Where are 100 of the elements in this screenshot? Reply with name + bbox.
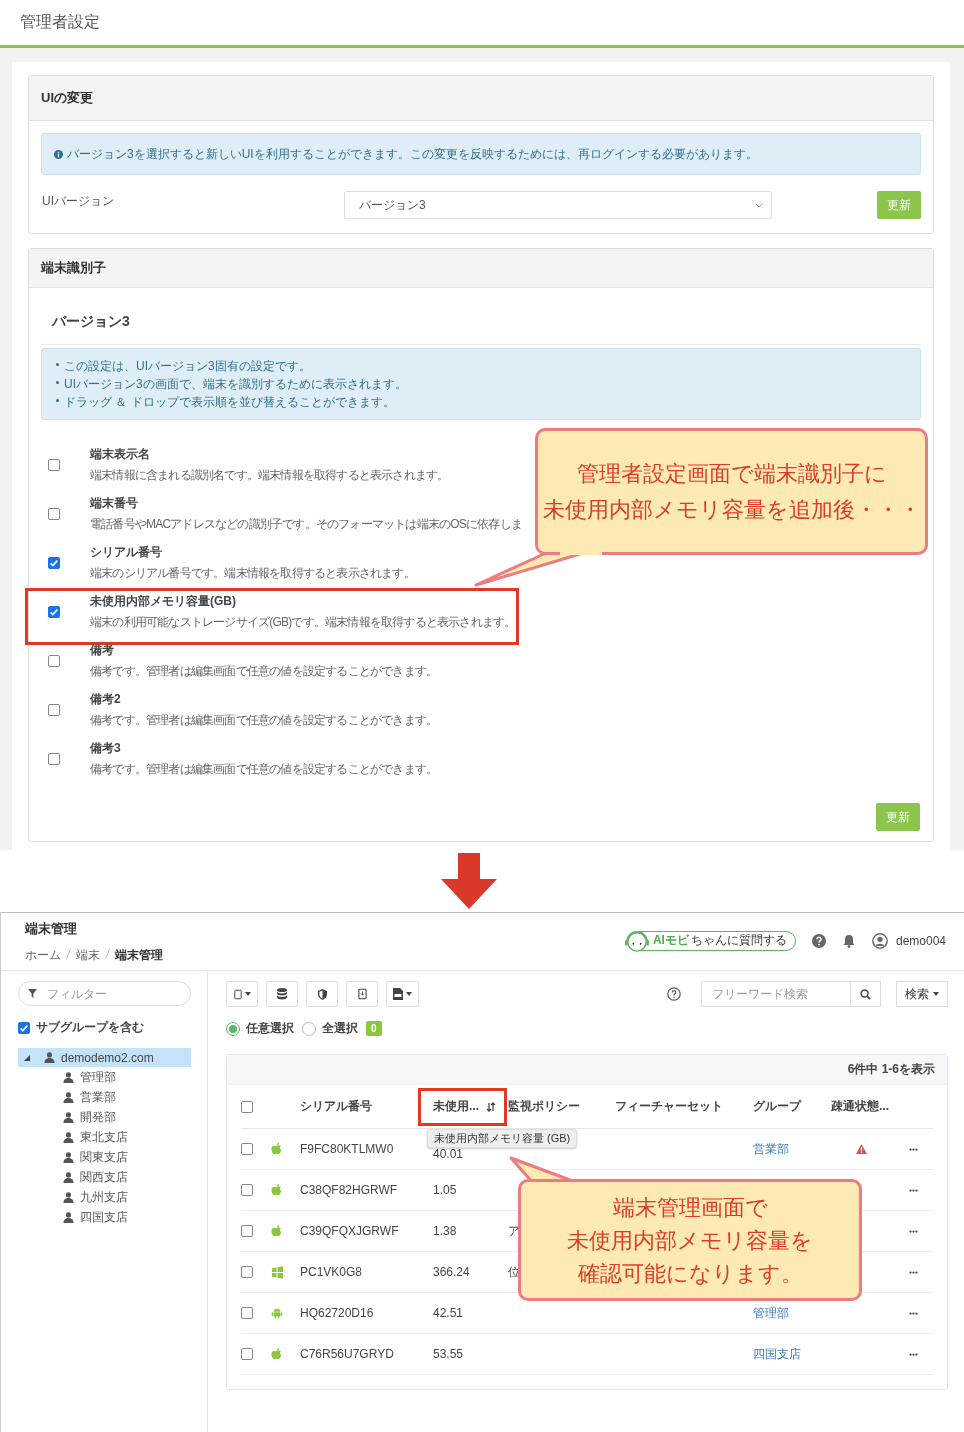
more-icon[interactable] [908, 1311, 919, 1315]
serial-cell: F9FC80KTLMW0 [300, 1142, 394, 1156]
panel-title: 端末識別子 [41, 259, 106, 277]
search-icon [860, 988, 871, 1000]
person-icon [63, 1071, 74, 1083]
option-description: 端末情報に含まれる識別名です。端末情報を取得すると表示されます。 [90, 466, 449, 484]
column-header[interactable]: シリアル番号 [300, 1098, 372, 1115]
checkbox[interactable] [241, 1266, 253, 1278]
option-description: 備考です。管理者は編集画面で任意の値を設定することができます。 [90, 711, 438, 729]
file-icon [393, 988, 403, 1000]
user-avatar-icon[interactable] [871, 932, 888, 949]
search-field[interactable]: フリーワード検索 [701, 981, 851, 1007]
checkbox[interactable] [48, 752, 60, 765]
person-icon [63, 1151, 74, 1163]
column-header[interactable]: グループ [753, 1098, 801, 1115]
help-icon[interactable] [667, 987, 681, 1001]
assistant-button[interactable]: AIモビ ちゃんに質問する [627, 930, 796, 951]
device-menu-button[interactable] [226, 981, 258, 1007]
version-select[interactable]: バージョン3 [344, 191, 772, 219]
info-text: バージョン3を選択すると新しいUIを利用することができます。この変更を反映するためには、再ログインする必要があります。 [67, 145, 758, 163]
page-title: 端末管理 [25, 919, 78, 938]
bell-icon[interactable] [841, 933, 856, 948]
search-button[interactable] [851, 981, 881, 1007]
checkbox[interactable] [241, 1143, 253, 1155]
more-icon[interactable] [908, 1188, 919, 1192]
memory-cell: 53.55 [433, 1347, 464, 1361]
more-icon[interactable] [908, 1270, 919, 1274]
tree-item[interactable]: 営業部 [18, 1087, 191, 1107]
serial-cell: C38QF82HGRWF [300, 1183, 398, 1197]
checkbox[interactable] [48, 507, 60, 520]
shield-button[interactable] [306, 981, 338, 1007]
radio-option[interactable]: 全選択 [302, 1020, 358, 1037]
memory-cell: 366.24 [433, 1265, 470, 1279]
tree-item[interactable]: 東北支店 [18, 1127, 191, 1147]
checkbox[interactable] [48, 703, 60, 716]
group-link[interactable]: 営業部 [753, 1140, 789, 1158]
checkbox[interactable] [48, 654, 60, 667]
option-label: 端末表示名 [90, 445, 151, 463]
column-header[interactable]: 監視ポリシー [508, 1098, 580, 1115]
phone-download-icon [357, 988, 367, 1000]
group-link[interactable]: 管理部 [753, 1304, 789, 1322]
column-header[interactable]: 疎通状態... [831, 1098, 889, 1115]
count-badge: 0 [366, 1021, 382, 1036]
callout-text: 管理者設定画面で端末識別子に [576, 460, 887, 489]
serial-cell: C76R56U7GRYD [300, 1347, 394, 1361]
more-icon[interactable] [908, 1229, 919, 1233]
breadcrumb-separator-icon [105, 948, 110, 959]
filter-icon [28, 989, 37, 998]
bullet-icon [56, 381, 59, 384]
tree-item[interactable]: 開発部 [18, 1107, 191, 1127]
checkbox[interactable] [241, 1184, 253, 1196]
breadcrumb-item[interactable]: 端末 [76, 946, 100, 964]
user-name[interactable]: demo004 [895, 933, 946, 948]
expand-icon[interactable] [24, 1054, 30, 1061]
export-button[interactable] [386, 981, 419, 1007]
mascot-icon [622, 929, 651, 952]
field-label: UIバージョン [42, 193, 115, 210]
breadcrumb-item: 端末管理 [115, 946, 163, 964]
group-link[interactable]: 四国支店 [753, 1345, 801, 1363]
more-icon[interactable] [908, 1147, 919, 1151]
phone-icon [233, 988, 242, 1000]
callout-text: 未使用内部メモリ容量を [567, 1226, 813, 1255]
help-icon[interactable] [811, 933, 826, 948]
radio-option[interactable]: 任意選択 [226, 1020, 294, 1037]
person-icon [63, 1111, 74, 1123]
info-icon [54, 149, 63, 159]
tree-item[interactable]: 関西支店 [18, 1167, 191, 1187]
tree-item[interactable]: 九州支店 [18, 1187, 191, 1207]
tree-item[interactable]: 管理部 [18, 1067, 191, 1087]
more-icon[interactable] [908, 1352, 919, 1356]
search-menu-button[interactable]: 検索 [896, 981, 948, 1007]
column-header[interactable]: フィーチャーセット [615, 1098, 723, 1115]
checkbox[interactable] [48, 556, 60, 569]
option-description: 端末の利用可能なストレージサイズ(GB)です。端末情報を取得すると表示されます。 [90, 613, 516, 631]
breadcrumb-item[interactable]: ホーム [25, 946, 61, 964]
checkbox[interactable] [241, 1348, 253, 1360]
filter-field[interactable]: フィルター [18, 981, 191, 1006]
checkbox[interactable] [18, 1021, 30, 1034]
person-icon [63, 1211, 74, 1223]
person-icon [63, 1091, 74, 1103]
database-icon [277, 988, 287, 1000]
serial-cell: HQ62720D16 [300, 1306, 374, 1320]
breadcrumb-separator-icon [66, 948, 71, 959]
tree-item[interactable]: 関東支店 [18, 1147, 191, 1167]
device-action-button[interactable] [346, 981, 378, 1007]
tree-item[interactable]: 四国支店 [18, 1207, 191, 1227]
checkbox[interactable] [241, 1100, 253, 1113]
checkbox[interactable] [48, 605, 60, 618]
memory-cell: 42.51 [433, 1306, 464, 1320]
option-label: 未使用内部メモリ容量(GB) [90, 592, 237, 610]
database-button[interactable] [266, 981, 298, 1007]
checkbox[interactable] [241, 1307, 253, 1319]
sort-icon[interactable] [486, 1101, 496, 1112]
column-header[interactable]: 未使用... [433, 1098, 479, 1115]
checkbox[interactable] [48, 458, 60, 471]
serial-cell: C39QFQXJGRWF [300, 1224, 399, 1238]
tree-item[interactable]: demodemo2.com [18, 1048, 191, 1067]
down-arrow-icon [441, 853, 497, 909]
android-icon [271, 1307, 283, 1319]
checkbox[interactable] [241, 1225, 253, 1237]
